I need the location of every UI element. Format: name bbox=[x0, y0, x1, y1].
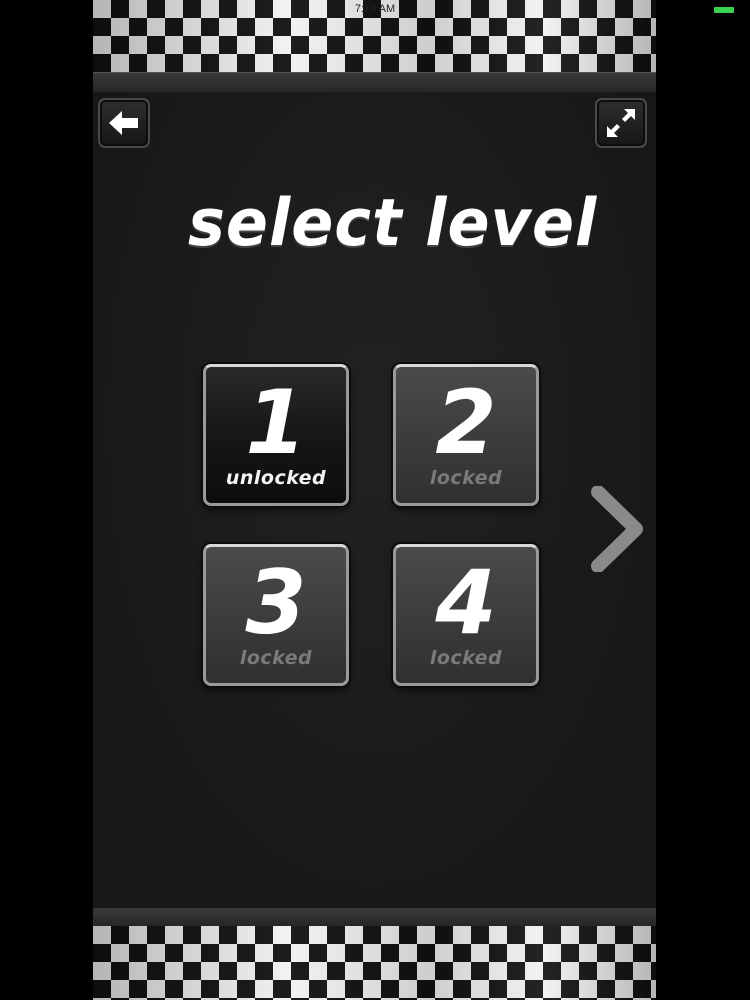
level-number: 1 bbox=[245, 371, 307, 474]
status-time: 7:13 AM bbox=[354, 3, 396, 15]
level-status: locked bbox=[429, 647, 503, 669]
level-tile-4[interactable]: 4 locked bbox=[393, 544, 539, 686]
level-status: locked bbox=[239, 647, 313, 669]
level-tile-3[interactable]: 3 locked bbox=[203, 544, 349, 686]
status-bar: 7:13 AM bbox=[0, 0, 750, 20]
level-number: 2 bbox=[435, 371, 497, 474]
level-number: 3 bbox=[245, 551, 307, 654]
next-page-button[interactable] bbox=[588, 486, 644, 572]
level-status: unlocked bbox=[225, 467, 327, 489]
chevron-right-icon bbox=[591, 486, 643, 572]
level-grid: 1 unlocked 2 locked 3 locked 4 locked bbox=[93, 0, 656, 1000]
level-tile-2[interactable]: 2 locked bbox=[393, 364, 539, 506]
bottom-rail bbox=[93, 908, 656, 927]
game-screen: select level 1 unlocked 2 locked 3 locke… bbox=[93, 0, 656, 1000]
checkered-banner-bottom bbox=[93, 926, 656, 1000]
level-number: 4 bbox=[435, 551, 497, 654]
level-status: locked bbox=[429, 467, 503, 489]
level-tile-1[interactable]: 1 unlocked bbox=[203, 364, 349, 506]
battery-icon bbox=[714, 7, 734, 13]
